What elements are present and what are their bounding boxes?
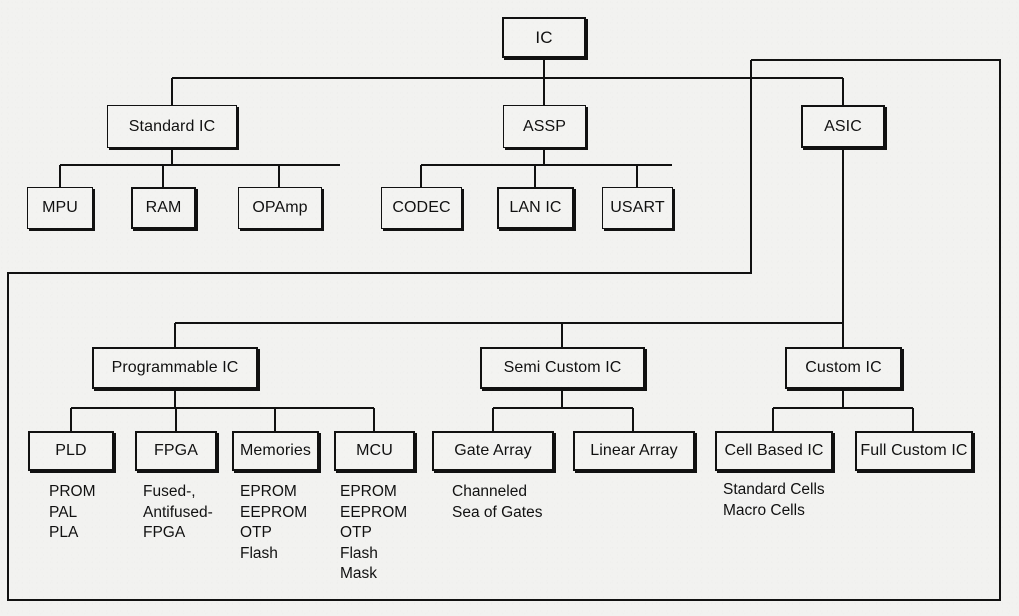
node-assp-label: ASSP (522, 117, 567, 135)
node-ic[interactable]: IC (502, 17, 586, 58)
node-codec-label: CODEC (392, 199, 451, 216)
node-gate-array[interactable]: Gate Array (432, 431, 554, 471)
node-opamp[interactable]: OPAmp (238, 187, 322, 229)
node-usart-label: USART (610, 199, 665, 216)
node-standard-ic[interactable]: Standard IC (107, 105, 237, 148)
node-standard-ic-label: Standard IC (128, 117, 216, 135)
node-asic[interactable]: ASIC (801, 105, 885, 148)
node-cell-based-ic-label: Cell Based IC (724, 442, 824, 459)
memories-item-list: EPROM EEPROM OTP Flash (240, 483, 308, 562)
node-full-custom-ic[interactable]: Full Custom IC (855, 431, 973, 471)
node-lan-ic[interactable]: LAN IC (497, 187, 574, 229)
node-programmable-ic[interactable]: Programmable IC (92, 347, 258, 389)
node-programmable-ic-label: Programmable IC (111, 359, 239, 376)
node-semi-custom-ic-label: Semi Custom IC (503, 359, 622, 376)
cell-based-ic-item-list: Standard Cells Macro Cells (723, 481, 825, 519)
node-opamp-label: OPAmp (252, 199, 308, 216)
node-lan-ic-label: LAN IC (509, 199, 562, 216)
ic-classification-diagram: IC Standard IC ASSP ASIC MPU RAM OPAmp C… (0, 0, 1019, 616)
fpga-item-list: Fused-, Antifused- FPGA (143, 483, 213, 541)
node-mcu[interactable]: MCU (334, 431, 415, 471)
node-full-custom-ic-label: Full Custom IC (860, 442, 968, 459)
node-linear-array[interactable]: Linear Array (573, 431, 695, 471)
node-custom-ic-label: Custom IC (805, 359, 882, 376)
node-mcu-label: MCU (356, 442, 393, 459)
node-mpu[interactable]: MPU (27, 187, 93, 229)
node-mpu-label: MPU (42, 199, 78, 216)
node-codec[interactable]: CODEC (381, 187, 462, 229)
node-ic-label: IC (535, 28, 553, 47)
pld-item-list: PROM PAL PLA (49, 483, 96, 541)
node-memories[interactable]: Memories (232, 431, 319, 471)
gate-array-item-list: Channeled Sea of Gates (452, 483, 543, 521)
node-pld-label: PLD (55, 442, 87, 459)
node-memories-label: Memories (239, 442, 312, 459)
node-cell-based-ic[interactable]: Cell Based IC (715, 431, 833, 471)
node-usart[interactable]: USART (602, 187, 673, 229)
mcu-item-list: EPROM EEPROM OTP Flash Mask (340, 483, 408, 582)
node-semi-custom-ic[interactable]: Semi Custom IC (480, 347, 645, 389)
node-fpga[interactable]: FPGA (135, 431, 217, 471)
node-ram[interactable]: RAM (131, 187, 196, 229)
node-custom-ic[interactable]: Custom IC (785, 347, 902, 389)
node-assp[interactable]: ASSP (503, 105, 586, 148)
node-ram-label: RAM (145, 199, 182, 216)
node-linear-array-label: Linear Array (590, 442, 678, 459)
node-fpga-label: FPGA (154, 442, 198, 459)
node-pld[interactable]: PLD (28, 431, 114, 471)
node-gate-array-label: Gate Array (454, 442, 532, 459)
node-asic-label: ASIC (824, 117, 862, 135)
